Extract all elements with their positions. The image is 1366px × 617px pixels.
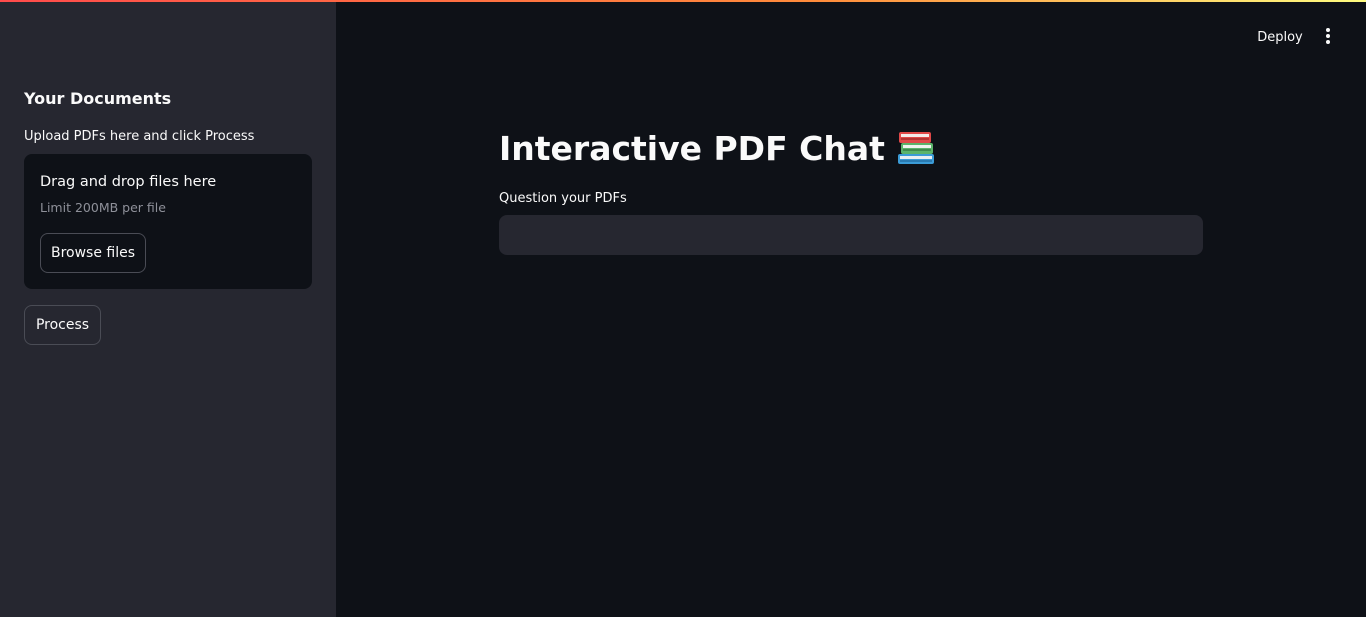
sidebar: Your Documents Upload PDFs here and clic… bbox=[0, 0, 336, 617]
vertical-ellipsis-icon[interactable] bbox=[1318, 26, 1338, 46]
deploy-button[interactable]: Deploy bbox=[1248, 26, 1312, 48]
app-root: Your Documents Upload PDFs here and clic… bbox=[0, 0, 1366, 617]
dropzone-limit-text: Limit 200MB per file bbox=[40, 200, 166, 215]
question-input[interactable] bbox=[499, 215, 1203, 255]
top-decoration-bar bbox=[0, 0, 1366, 2]
file-dropzone[interactable]: Drag and drop files here Limit 200MB per… bbox=[24, 154, 312, 289]
books-icon bbox=[895, 128, 937, 168]
sidebar-header: Your Documents bbox=[24, 89, 172, 108]
page-title: Interactive PDF Chat bbox=[499, 128, 885, 168]
dropzone-title: Drag and drop files here bbox=[40, 174, 217, 190]
browse-files-button[interactable]: Browse files bbox=[40, 233, 146, 273]
page-title-row: Interactive PDF Chat bbox=[499, 128, 937, 168]
question-label: Question your PDFs bbox=[499, 191, 627, 206]
process-button[interactable]: Process bbox=[24, 305, 101, 345]
uploader-label: Upload PDFs here and click Process bbox=[24, 129, 255, 144]
